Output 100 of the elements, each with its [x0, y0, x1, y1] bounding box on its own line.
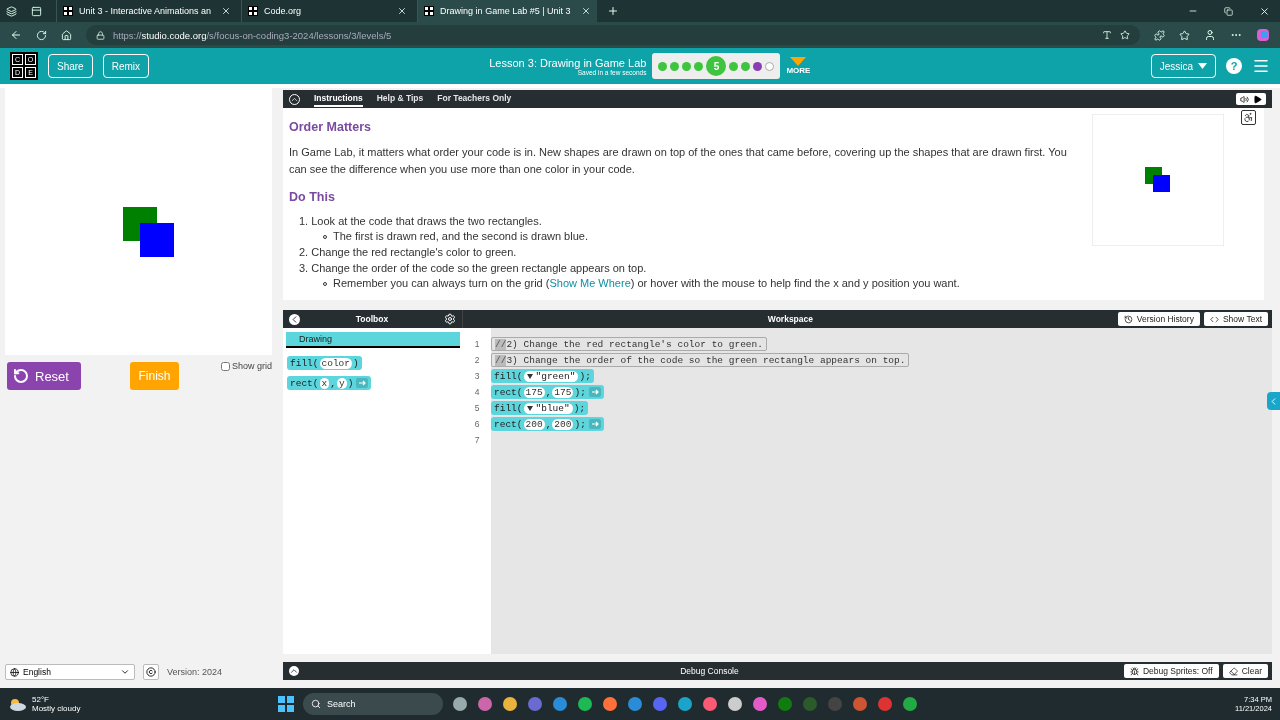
instruction-step: 3. Change the order of the code so the green rectangle appears on top. [299, 261, 1086, 275]
section-heading: Do This [289, 190, 336, 204]
taskbar-search[interactable]: Search [303, 693, 443, 715]
read-aloud-icon[interactable] [1102, 30, 1112, 40]
code-block[interactable]: fill( color ) [287, 356, 362, 370]
favorites-icon[interactable] [1179, 29, 1190, 41]
parameter-slot[interactable]: 200 [523, 418, 545, 430]
browser-tab[interactable]: Drawing in Game Lab #5 | Unit 3 [417, 0, 597, 22]
audio-button[interactable] [1236, 93, 1266, 105]
reset-button[interactable]: Reset [7, 362, 81, 390]
parameter-slot[interactable]: 175 [523, 386, 545, 398]
app-icon[interactable] [502, 696, 518, 712]
search-icon [311, 699, 321, 709]
comment-block[interactable]: //2) Change the red rectangle's color to green. [491, 337, 767, 351]
instructions-tab[interactable]: Help & Tips [376, 91, 424, 107]
level-bubble[interactable] [753, 61, 763, 71]
instruction-step: 1. Look at the code that draws the two rectangles. [299, 214, 1086, 228]
debug-button[interactable]: Debug Sprites: Off [1123, 664, 1219, 678]
code-text: ); [573, 402, 586, 414]
app-icon[interactable] [727, 696, 743, 712]
restore-icon[interactable] [1224, 6, 1233, 16]
close-icon[interactable] [580, 6, 591, 16]
language-select[interactable]: English [5, 664, 135, 680]
app-icon[interactable] [677, 696, 693, 712]
app-icon[interactable] [602, 696, 618, 712]
menu-icon[interactable] [1252, 57, 1270, 75]
expand-icon[interactable] [289, 666, 299, 676]
line-number: 2 [473, 354, 481, 367]
app-icon[interactable] [552, 696, 568, 712]
close-icon[interactable] [1259, 5, 1270, 17]
parameter-slot[interactable]: y [336, 377, 347, 389]
site-icon [63, 6, 73, 16]
code-block[interactable]: rect( 175 , 175 ); [491, 385, 604, 399]
bug-icon [1129, 666, 1139, 676]
code-text: rect( [494, 418, 523, 430]
home-icon[interactable] [61, 29, 72, 41]
instructions-tab[interactable]: For Teachers Only [437, 91, 512, 107]
code-text: , [545, 418, 552, 430]
category-tab[interactable]: Drawing [286, 332, 460, 348]
code-text: ); [579, 370, 591, 382]
copyright-button[interactable] [143, 664, 159, 680]
code-text: ); [574, 418, 586, 430]
parameter-slot[interactable]: 200 [552, 418, 574, 430]
instruction-paragraph: In Game Lab, it matters what order your code is in. New shapes are drawn on top of the ones that came before, covering up the shapes that are drawn first. You can see the difference when you use more than one color in your code. [289, 145, 1068, 177]
show-me-where-link[interactable]: Show Me Where [549, 277, 631, 289]
caret-icon [526, 373, 533, 379]
show-grid-checkbox[interactable] [221, 361, 230, 371]
app-icon[interactable] [477, 696, 493, 712]
eraser-icon [1228, 666, 1238, 676]
weather-condition: Mostly cloudy [32, 704, 81, 713]
reload-icon[interactable] [36, 29, 47, 41]
dropdown-slot[interactable]: "blue" [523, 402, 573, 414]
app-icon[interactable] [627, 696, 643, 712]
comment-block[interactable]: //3) Change the order of the code so the green rectangle appears on top. [491, 353, 910, 367]
new-tab-icon[interactable] [606, 5, 619, 17]
app-icon[interactable] [752, 696, 768, 712]
code-text: rect( [290, 377, 319, 389]
code-block[interactable]: rect( 200 , 200 ); [491, 417, 604, 431]
profile-icon[interactable] [1204, 29, 1216, 41]
parameter-slot[interactable]: x [319, 377, 330, 389]
workspace-button[interactable]: Version History [1117, 312, 1200, 326]
app-icon[interactable] [702, 696, 718, 712]
address-bar[interactable]: https://studio.code.org/s/focus-on-coding3-2024/lessons/3/levels/5 [86, 25, 1140, 45]
code-block[interactable]: rect( x , y ) [287, 376, 372, 390]
extensions-icon[interactable] [1154, 29, 1165, 41]
favorite-icon[interactable] [1120, 30, 1130, 40]
accessibility-icon[interactable] [1241, 110, 1256, 125]
panel-handle[interactable] [1267, 392, 1280, 410]
debug-button[interactable]: Clear [1222, 664, 1268, 678]
line-number: 5 [473, 402, 481, 415]
code-text: ) [347, 377, 354, 389]
copilot-icon[interactable] [1256, 28, 1270, 42]
parameter-slot[interactable]: 175 [552, 386, 574, 398]
collapse-icon[interactable] [289, 313, 300, 325]
app-icon[interactable] [452, 696, 468, 712]
code-block[interactable]: fill( "green" ); [491, 369, 594, 383]
chevron-down-icon [120, 667, 130, 677]
show-grid-label[interactable]: Show grid [232, 361, 273, 371]
version-label: Version: 2024 [167, 667, 223, 677]
dropdown-slot[interactable]: "green" [523, 370, 579, 382]
back-icon[interactable] [10, 29, 22, 41]
speaker-icon [1240, 94, 1249, 104]
tab-actions-icon[interactable] [31, 5, 42, 17]
code-block[interactable]: fill( "blue" ); [491, 401, 589, 415]
workspaces-icon[interactable] [6, 5, 17, 17]
workspace-button[interactable]: Show Text [1203, 312, 1268, 326]
step-note: The first is drawn red, and the second is drawn blue. [333, 230, 588, 243]
settings-icon[interactable] [444, 313, 456, 325]
step-note: Remember you can always turn on the grid (Show Me Where) or hover with the mouse to help find the x and y position you want. [333, 277, 960, 290]
windows-logo-icon[interactable] [278, 696, 294, 712]
close-icon[interactable] [397, 6, 408, 16]
app-icon[interactable] [577, 696, 593, 712]
app-icon[interactable] [902, 696, 918, 712]
code-text: fill( [494, 402, 523, 414]
lock-icon [96, 30, 105, 40]
line-number: 4 [473, 386, 481, 399]
close-icon[interactable] [221, 6, 232, 16]
code-text: , [545, 386, 552, 398]
temperature: 52°F [32, 695, 50, 704]
parameter-slot[interactable]: color [319, 357, 353, 369]
